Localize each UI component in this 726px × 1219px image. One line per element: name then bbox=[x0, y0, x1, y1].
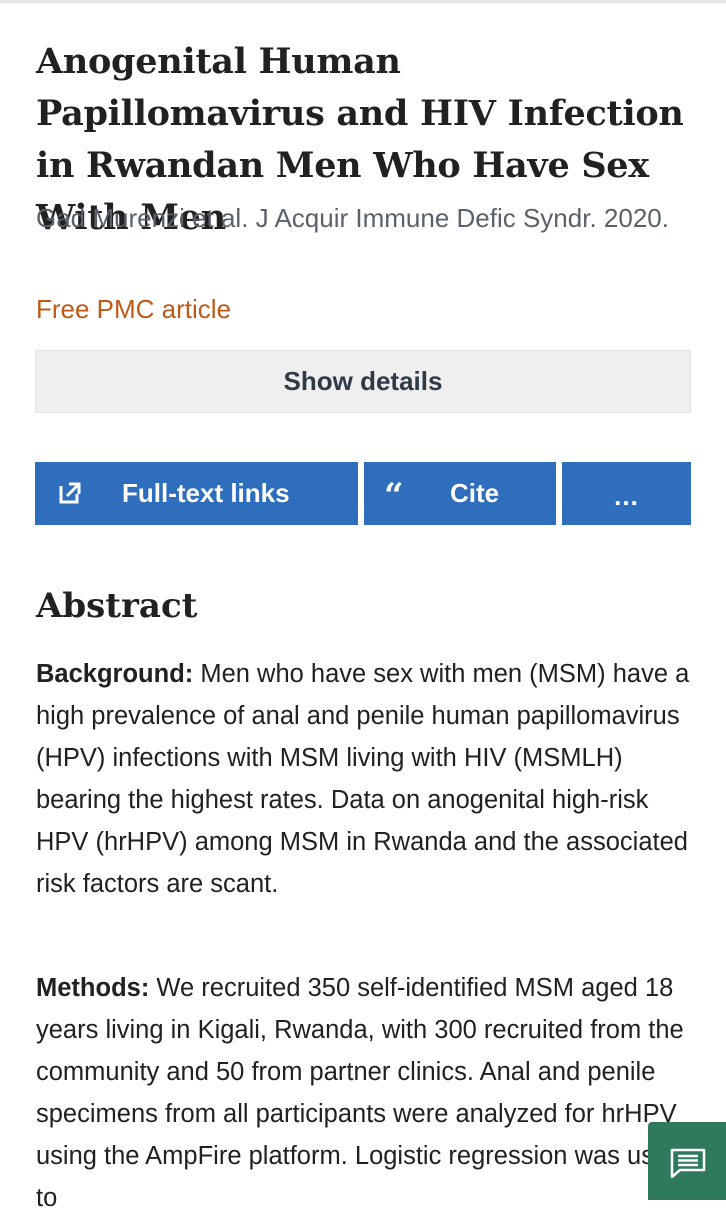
feedback-button[interactable] bbox=[648, 1122, 726, 1200]
chat-message-icon bbox=[670, 1148, 706, 1178]
show-details-button[interactable]: Show details bbox=[35, 350, 691, 413]
background-text: Men who have sex with men (MSM) have a h… bbox=[36, 660, 690, 898]
abstract-heading: Abstract bbox=[36, 586, 198, 626]
methods-text: We recruited 350 self-identified MSM age… bbox=[36, 974, 684, 1212]
cite-button[interactable]: “ Cite bbox=[364, 462, 556, 525]
methods-label: Methods: bbox=[36, 974, 150, 1002]
more-actions-label: ... bbox=[614, 481, 639, 511]
abstract-background-paragraph: Background: Men who have sex with men (M… bbox=[36, 653, 696, 905]
top-divider bbox=[0, 0, 726, 3]
external-link-icon bbox=[59, 482, 81, 504]
quote-icon: “ bbox=[384, 476, 404, 516]
show-details-label: Show details bbox=[283, 366, 443, 396]
free-pmc-article-link[interactable]: Free PMC article bbox=[36, 289, 231, 329]
full-text-links-button[interactable]: Full-text links bbox=[35, 462, 358, 525]
abstract-methods-paragraph: Methods: We recruited 350 self-identifie… bbox=[36, 967, 696, 1219]
background-label: Background: bbox=[36, 660, 194, 688]
full-text-links-label: Full-text links bbox=[122, 478, 290, 508]
more-actions-button[interactable]: ... bbox=[562, 462, 691, 525]
article-citation: Gad Murenzi et al. J Acquir Immune Defic… bbox=[36, 203, 669, 233]
cite-label: Cite bbox=[450, 478, 500, 508]
